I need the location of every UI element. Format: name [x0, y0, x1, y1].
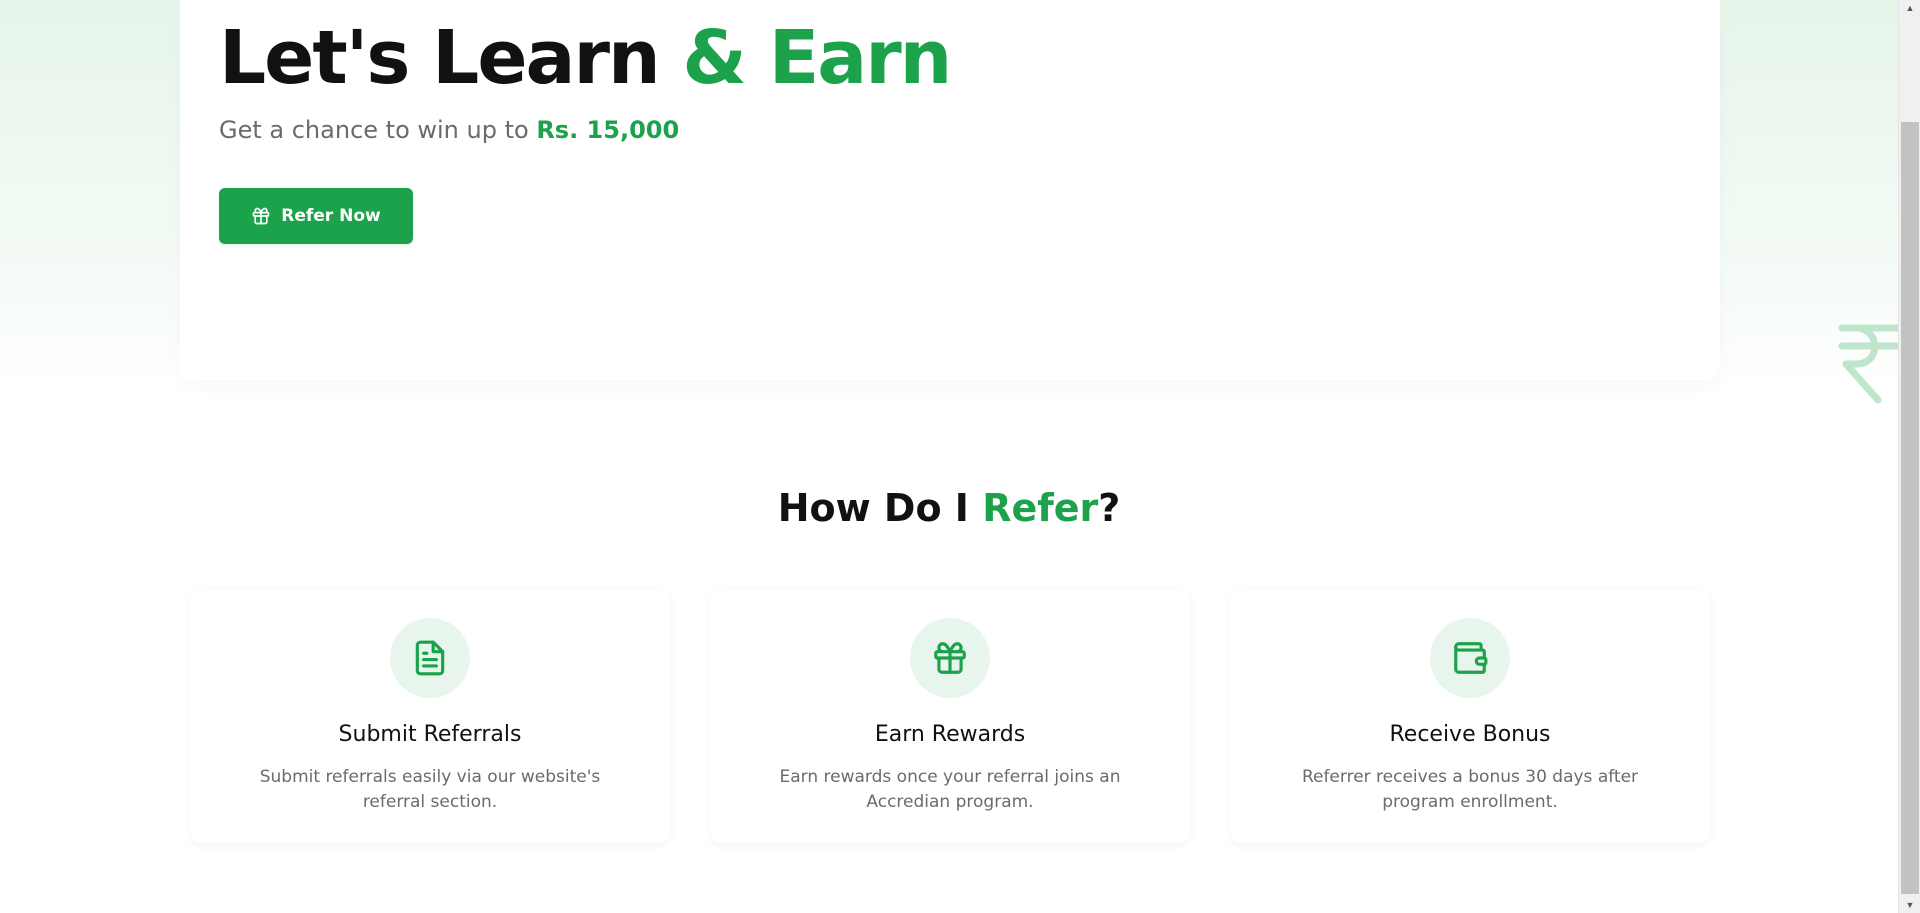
step-icon-circle [910, 618, 990, 698]
hero-subtitle: Get a chance to win up to Rs. 15,000 [219, 116, 679, 144]
step-card-description: Earn rewards once your referral joins an… [779, 767, 1121, 812]
step-icon-circle [390, 618, 470, 698]
how-title-suffix: ? [1098, 486, 1121, 530]
wallet-icon [1454, 642, 1488, 674]
prize-amount: Rs. 15,000 [536, 116, 680, 144]
step-card-description: Referrer receives a bonus 30 days after … [1301, 767, 1639, 812]
scroll-up-arrow-icon[interactable]: ▲ [1899, 0, 1920, 16]
hero-title-accent: & Earn [682, 15, 952, 101]
refer-now-label: Refer Now [281, 206, 381, 226]
document-icon [415, 640, 445, 676]
step-icon-circle [1430, 618, 1510, 698]
rupee-icon [1838, 324, 1904, 404]
step-card-title: Earn Rewards [874, 722, 1026, 747]
gift-icon [934, 642, 966, 674]
step-card-earn-rewards: Earn Rewards Earn rewards once your refe… [710, 590, 1190, 843]
scroll-down-arrow-icon[interactable]: ▼ [1899, 897, 1920, 913]
step-card-receive-bonus: Receive Bonus Referrer receives a bonus … [1230, 590, 1710, 843]
hero-title: Let's Learn & Earn [219, 8, 952, 108]
how-section-title: How Do I Refer? [0, 480, 1898, 536]
scrollbar-thumb[interactable] [1901, 122, 1919, 894]
step-card-title: Receive Bonus [1389, 722, 1551, 747]
gift-icon [252, 207, 270, 225]
refer-now-button[interactable]: Refer Now [219, 188, 413, 244]
vertical-scrollbar[interactable]: ▲ ▼ [1898, 0, 1920, 913]
hero-subtitle-prefix: Get a chance to win up to [219, 116, 537, 144]
step-card-submit-referrals: Submit Referrals Submit referrals easily… [190, 590, 670, 843]
how-title-accent: Refer [982, 486, 1099, 530]
step-card-title: Submit Referrals [338, 722, 522, 747]
how-title-prefix: How Do I [777, 486, 983, 530]
hero-title-main: Let's Learn [219, 15, 683, 101]
step-card-description: Submit referrals easily via our website'… [259, 767, 601, 812]
